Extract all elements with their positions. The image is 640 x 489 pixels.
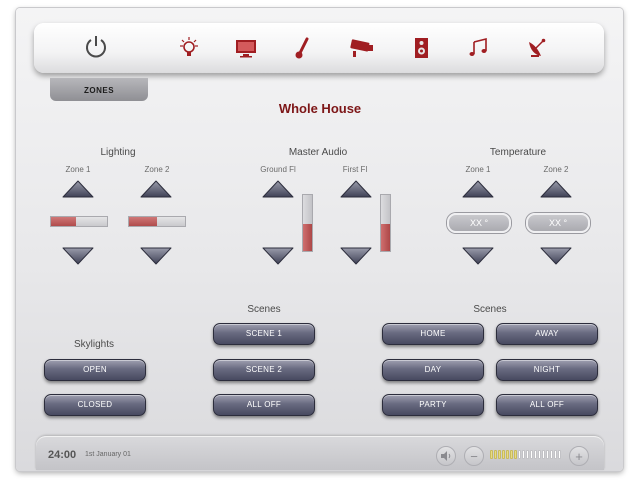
volume-up-button[interactable]: +	[569, 446, 589, 466]
scenes-left-title: Scenes	[247, 304, 281, 315]
lighting-title: Lighting	[100, 147, 136, 158]
audio-first-down-button[interactable]	[340, 247, 372, 265]
audio-ground-level-fill	[303, 224, 312, 251]
speaker-icon[interactable]	[408, 35, 434, 61]
lighting-zone1-level-fill	[51, 217, 77, 226]
lighting-zone2-level-fill	[129, 217, 157, 226]
volume-segment	[534, 450, 537, 459]
scene-party-button[interactable]: PARTY	[382, 394, 484, 416]
minus-icon: −	[470, 448, 478, 464]
audio-ground-level-bar[interactable]	[302, 194, 313, 252]
lighting-zone1-label: Zone 1	[65, 165, 91, 174]
volume-segment	[502, 450, 505, 459]
volume-segment	[558, 450, 561, 459]
scenes-right-title: Scenes	[473, 304, 507, 315]
volume-segment	[494, 450, 497, 459]
temp-zone2-up-button[interactable]	[540, 180, 572, 198]
scenes-all-off-button[interactable]: ALL OFF	[213, 394, 315, 416]
volume-down-button[interactable]: −	[464, 446, 484, 466]
lighting-zone1-down-button[interactable]	[62, 247, 94, 265]
audio-first-label: First Fl	[342, 165, 368, 174]
scene-2-button[interactable]: SCENE 2	[213, 359, 315, 381]
zones-tab[interactable]: ZONES	[50, 78, 148, 101]
volume-segment	[550, 450, 553, 459]
audio-first-up-button[interactable]	[340, 180, 372, 198]
volume-segment	[538, 450, 541, 459]
skylight-open-button[interactable]: OPEN	[44, 359, 146, 381]
volume-segment	[498, 450, 501, 459]
lighting-zone1-level-bar[interactable]	[50, 216, 108, 227]
clock-time: 24:00	[48, 449, 77, 461]
music-note-icon[interactable]	[465, 35, 491, 61]
volume-segment	[526, 450, 529, 459]
scene-away-button[interactable]: AWAY	[496, 323, 598, 345]
page-title: Whole House	[278, 101, 362, 116]
audio-ground-up-button[interactable]	[262, 180, 294, 198]
skylight-closed-button[interactable]: CLOSED	[44, 394, 146, 416]
volume-segment	[506, 450, 509, 459]
lighting-zone2-label: Zone 2	[144, 165, 170, 174]
security-camera-icon[interactable]	[348, 35, 376, 61]
lighting-zone2-level-bar[interactable]	[128, 216, 186, 227]
lighting-zone2-up-button[interactable]	[140, 180, 172, 198]
temp-zone2-label: Zone 2	[543, 165, 569, 174]
skylights-title: Skylights	[73, 339, 114, 350]
lightbulb-icon[interactable]	[176, 35, 202, 61]
scene-right-all-off-button[interactable]: ALL OFF	[496, 394, 598, 416]
master-audio-title: Master Audio	[288, 147, 348, 158]
satellite-dish-icon[interactable]	[524, 35, 550, 61]
volume-segment	[510, 450, 513, 459]
thermometer-icon[interactable]	[290, 35, 316, 61]
temp-zone1-down-button[interactable]	[462, 247, 494, 265]
plus-icon: +	[575, 448, 583, 464]
volume-segment	[546, 450, 549, 459]
mute-button[interactable]	[436, 446, 456, 466]
scene-home-button[interactable]: HOME	[382, 323, 484, 345]
scene-1-button[interactable]: SCENE 1	[213, 323, 315, 345]
lighting-zone2-down-button[interactable]	[140, 247, 172, 265]
temp-zone2-down-button[interactable]	[540, 247, 572, 265]
temp-zone2-value: XX °	[526, 213, 590, 233]
volume-segment	[518, 450, 521, 459]
speaker-volume-icon	[441, 451, 451, 461]
volume-level-bar[interactable]	[490, 450, 562, 459]
volume-segment	[542, 450, 545, 459]
volume-segment	[490, 450, 493, 459]
scene-night-button[interactable]: NIGHT	[496, 359, 598, 381]
temp-zone1-up-button[interactable]	[462, 180, 494, 198]
temp-zone1-value: XX °	[447, 213, 511, 233]
audio-ground-down-button[interactable]	[262, 247, 294, 265]
temperature-title: Temperature	[489, 147, 547, 158]
audio-ground-label: Ground Fl	[260, 165, 296, 174]
audio-first-level-bar[interactable]	[380, 194, 391, 252]
scene-day-button[interactable]: DAY	[382, 359, 484, 381]
audio-first-level-fill	[381, 224, 390, 251]
monitor-icon[interactable]	[233, 35, 259, 61]
volume-segment	[514, 450, 517, 459]
top-nav-bar	[34, 23, 604, 73]
volume-segment	[530, 450, 533, 459]
power-icon[interactable]	[82, 33, 110, 61]
volume-segment	[522, 450, 525, 459]
volume-segment	[554, 450, 557, 459]
temp-zone1-label: Zone 1	[465, 165, 491, 174]
lighting-zone1-up-button[interactable]	[62, 180, 94, 198]
clock-date: 1st January 01	[85, 451, 131, 458]
